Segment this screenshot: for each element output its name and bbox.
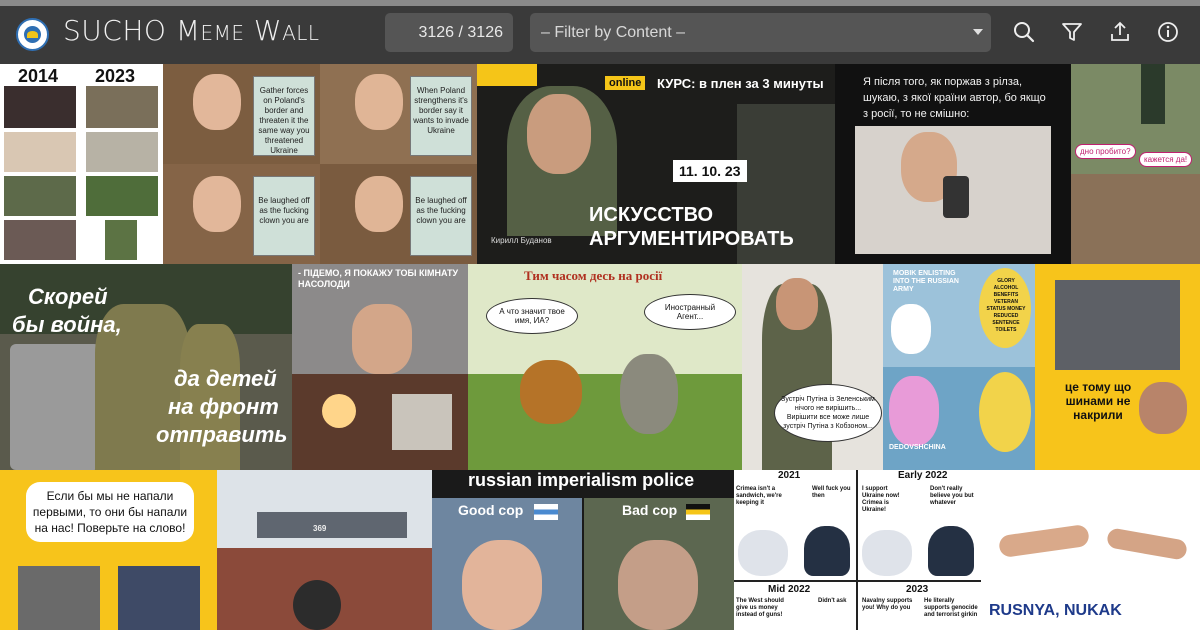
panel-text-3: Be laughed off as the fucking clown you … (258, 196, 310, 225)
timeline-text-5: The West should give us money instead of… (736, 598, 784, 618)
soviet-line-3: да детей (174, 366, 277, 391)
meme-tile-heater[interactable]: - ПІДЕМО, Я ПОКАЖУ ТОБІ КІМНАТУ НАСОЛОДИ (292, 264, 468, 470)
timeline-text-2: Well fuck you then (812, 486, 851, 499)
headline-line-2: АРГУМЕНТИРОВАТЬ (589, 228, 794, 250)
year-mid-2022: Mid 2022 (768, 584, 811, 595)
meme-tile-putin-poland[interactable]: Gather forces on Poland's border and thr… (163, 64, 477, 264)
timeline-text-7: Navalny supports you! Why do you (862, 598, 913, 611)
mobik-label: MOBIK ENLISTING INTO THE RUSSIAN ARMY (893, 270, 959, 293)
meme-tile-budanov[interactable]: online КУРС: в плен за 3 минуты 11. 10. … (477, 64, 835, 264)
soviet-line-2: бы война, (12, 312, 122, 337)
soviet-line-1: Скорей (28, 284, 108, 309)
good-cop-label: Good cop (458, 502, 524, 518)
year-2021: 2021 (778, 470, 801, 481)
hitler-bubble: Если бы мы не напали первыми, то они бы … (26, 482, 194, 542)
timeline-text-6: Didn't ask (818, 598, 847, 604)
year-2023-label: 2023 (95, 66, 136, 86)
online-badge: online (605, 76, 646, 90)
filter-select-label: – Filter by Content – (541, 24, 686, 41)
bubble-left: А что значит твое имя, ИА? (486, 298, 578, 334)
meme-tile-reels[interactable]: Я після того, як поржав з рілза, шукаю, … (835, 64, 1071, 264)
headline-line-1: ИСКУССТВО (589, 204, 714, 226)
meme-tile-street-fall[interactable]: дно пробито? кажется да! (1071, 64, 1200, 264)
zaluzhnyi-bubble: Зустріч Путіна із Зеленським нічого не в… (774, 384, 882, 442)
tank-caption: це тому що шинами не накрили (1064, 380, 1132, 422)
course-text: КУРС: в плен за 3 минуты (657, 76, 824, 91)
soviet-line-5: отправить (156, 422, 288, 447)
meme-tile-2014-2023[interactable]: 2014 2023 (0, 64, 163, 264)
benefits-list: GLORY ALCOHOL BENEFITS VETERAN STATUS MO… (986, 278, 1026, 333)
timeline-text-4: Don't really believe you but whatever (930, 486, 974, 506)
meme-tile-hitler-putin[interactable]: Если бы мы не напали первыми, то они бы … (0, 470, 217, 630)
meme-wall: 2014 2023 Gather forces on Poland's bord… (0, 64, 1200, 630)
meme-tile-mobik[interactable]: MOBIK ENLISTING INTO THE RUSSIAN ARMY GL… (883, 264, 1035, 470)
app-title: SUCHO Meme Wall (63, 14, 320, 47)
year-2014-label: 2014 (18, 66, 59, 86)
date-text: 11. 10. 23 (673, 160, 747, 182)
search-icon[interactable] (1010, 18, 1038, 46)
chevron-down-icon (973, 29, 983, 35)
ship-hull-number: 369 (313, 524, 327, 533)
filter-by-content-select[interactable]: – Filter by Content – (530, 13, 991, 52)
info-icon[interactable] (1154, 18, 1182, 46)
panel-text-1: Gather forces on Poland's border and thr… (258, 86, 310, 155)
bubble-right: Иностранный Агент... (644, 294, 736, 330)
meme-tile-winnie-eeyore[interactable]: Тим часом десь на росії А что значит тво… (468, 264, 742, 470)
police-title: russian imperialism police (468, 470, 695, 490)
reels-text: Я після того, як поржав з рілза, шукаю, … (863, 76, 1046, 120)
winnie-title: Тим часом десь на росії (524, 268, 663, 283)
meme-tile-imperialism-police[interactable]: russian imperialism police Good cop Bad … (432, 470, 734, 630)
heater-caption: - ПІДЕМО, Я ПОКАЖУ ТОБІ КІМНАТУ НАСОЛОДИ (298, 268, 459, 289)
meme-tile-tank[interactable]: це тому що шинами не накрили (1035, 264, 1200, 470)
filter-icon[interactable] (1058, 18, 1086, 46)
year-early-2022: Early 2022 (898, 470, 948, 481)
meme-tile-zaluzhnyi[interactable]: Зустріч Путіна із Зеленським нічого не в… (742, 264, 883, 470)
meme-counter: 3126 / 3126 (385, 13, 513, 52)
year-2023: 2023 (906, 584, 929, 595)
panel-text-4: Be laughed off as the fucking clown you … (415, 196, 467, 225)
meme-tile-rusnya-nukak[interactable]: RUSNYA, NUKAK (981, 470, 1200, 630)
person-name: Кирилл Буданов (491, 236, 552, 245)
upload-icon[interactable] (1106, 18, 1134, 46)
dedovshchina-label: DEDOVSHCHINA (889, 444, 946, 451)
meme-tile-wojak-timeline[interactable]: 2021 Early 2022 Mid 2022 2023 Crimea isn… (734, 470, 981, 630)
meme-tile-ship[interactable]: 369 (217, 470, 432, 630)
bubble-1: дно пробито? (1075, 144, 1136, 159)
timeline-text-3: I support Ukraine now! Crimea is Ukraine… (862, 486, 900, 513)
sucho-logo[interactable] (16, 18, 49, 51)
bad-cop-label: Bad cop (622, 502, 678, 518)
rusnya-caption: RUSNYA, NUKAK (989, 602, 1122, 619)
timeline-text-1: Crimea isn't a sandwich, we're keeping i… (736, 486, 782, 506)
meme-tile-soviet-kids[interactable]: Скорей бы война, да детей на фронт отпра… (0, 264, 292, 470)
soviet-line-4: на фронт (168, 394, 279, 419)
top-bar: SUCHO Meme Wall 3126 / 3126 – Filter by … (0, 6, 1200, 64)
panel-text-2: When Poland strengthens it's border say … (413, 86, 469, 135)
bubble-2: кажется да! (1139, 152, 1193, 167)
timeline-text-8: He literally supports genocide and terro… (924, 598, 978, 618)
